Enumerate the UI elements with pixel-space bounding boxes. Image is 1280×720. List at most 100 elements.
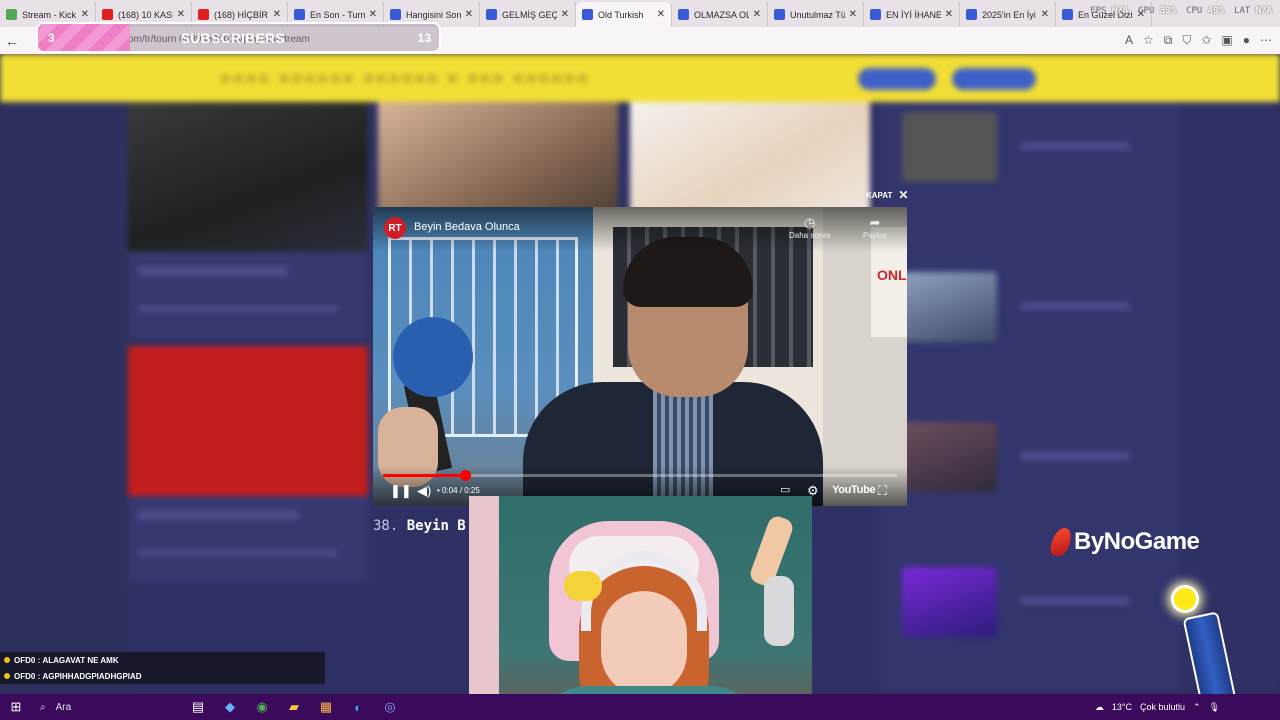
tab-label: Hangisini Sons [406,9,461,20]
perf-overlay: FPS N/A GPU 39% CPU 49% LAT N/A [1090,6,1272,16]
card-meta [138,306,338,312]
extensions-icon[interactable]: ⧉ [1164,33,1173,48]
browser-tab[interactable]: OLMAZSA OLM ✕ [672,2,768,27]
tab-label: En Son - Turnu [310,9,365,20]
video-title[interactable]: Beyin Bedava Olunca [414,221,520,233]
weather-icon[interactable]: ☁ [1095,702,1104,713]
mic-icon[interactable]: 🎙 [1209,702,1220,713]
lat-readout: LAT N/A [1234,6,1272,16]
header-pill-button[interactable] [952,68,1036,90]
share-icon: ➦ [869,215,881,230]
tab-label: Unutulmaz Tür [790,9,845,20]
subscriber-label: SUBSCRIBERS [180,29,285,46]
video-time: • 0:04 / 0:25 [437,486,480,495]
tab-close-icon[interactable]: ✕ [657,9,665,20]
bynogame-flame-icon [1048,528,1074,556]
security-icon[interactable]: ⛉ [1182,33,1191,48]
video-caption: 38. Beyin B [373,518,466,534]
volume-icon[interactable]: ◀) [417,483,431,499]
read-aloud-icon[interactable]: A [1125,33,1133,48]
video-player[interactable]: ONL RT Beyin Bedava Olunca ◷ Daha sonra … [373,207,907,506]
tab-close-icon[interactable]: ✕ [369,9,377,20]
streamer-webcam [469,496,812,720]
task-view-icon[interactable]: ▤ [182,699,214,715]
youtube-logo-button[interactable]: YouTube [832,484,876,496]
tab-close-icon[interactable]: ✕ [177,9,185,20]
browser-tab[interactable]: 2025'in En İyi R ✕ [960,2,1056,27]
file-explorer-icon[interactable]: ▰ [278,699,310,715]
tab-favicon-icon [966,9,977,20]
webcam-streamer-face [601,591,687,696]
related-thumbnail[interactable] [902,422,997,492]
browser-tab[interactable]: EN İYİ İHANET ✕ [864,2,960,27]
discord-icon[interactable]: ◎ [374,699,406,715]
weather-temp[interactable]: 13°C [1112,702,1132,712]
collections-icon[interactable]: ▣ [1221,33,1232,48]
chat-text: AGPIHHADGPIADHGPIAD [42,671,142,681]
chat-overlay: OFD0 : ALAGAVAT NE AMK OFD0 : AGPIHHADGP… [0,652,325,684]
tab-favicon-icon [1062,9,1073,20]
tab-close-icon[interactable]: ✕ [561,9,569,20]
card-image [128,102,368,252]
header-pill-button[interactable] [858,68,936,90]
left-panel [0,102,130,692]
tray-chevron-icon[interactable]: ⌃ [1193,702,1201,713]
browser-tab[interactable]: Unutulmaz Tür ✕ [768,2,864,27]
watch-later-label: Daha sonra [789,231,831,240]
captions-icon[interactable]: ▭ [780,483,790,496]
more-menu-icon[interactable]: ⋯ [1260,33,1272,48]
tournament-card[interactable] [128,102,368,338]
copilot-icon[interactable]: ◆ [214,699,246,715]
tab-close-icon[interactable]: ✕ [753,9,761,20]
tab-close-icon[interactable]: ✕ [849,9,857,20]
tab-close-icon[interactable]: ✕ [945,9,953,20]
poster-text: ONL [877,267,907,283]
card-title [138,266,288,276]
favorites-icon[interactable]: ✩ [1201,33,1211,48]
pause-icon[interactable]: ❚❚ [390,483,412,499]
close-popup-button[interactable]: KAPAT ✕ [866,188,908,202]
weather-text[interactable]: Çok bulutlu [1140,702,1185,712]
related-thumbnail[interactable] [902,567,997,637]
gpu-readout: GPU 39% [1138,6,1177,16]
channel-avatar[interactable]: RT [384,217,406,239]
video-index: 38. [373,518,399,534]
tournament-card[interactable] [128,346,368,582]
tab-close-icon[interactable]: ✕ [81,9,89,20]
favorite-star-icon[interactable]: ☆ [1143,33,1154,48]
system-tray: ☁ 13°C Çok bulutlu ⌃ 🎙 [1095,694,1280,720]
tab-label: OLMAZSA OLM [694,9,749,20]
related-title [1020,452,1130,460]
back-icon[interactable]: ← [0,33,24,49]
browser-tab[interactable]: GELMİŞ GEÇMİ ✕ [480,2,576,27]
close-popup-label: KAPAT [866,190,893,200]
taskbar-search-placeholder: Ara [55,701,72,713]
fullscreen-icon[interactable]: ⛶ [878,483,887,499]
bynogame-wordmark: ByNoGame [1074,528,1200,555]
edge-icon[interactable]: ◐ [342,700,374,715]
video-progress-bar[interactable] [383,470,897,481]
tab-favicon-icon [390,9,401,20]
related-thumbnail[interactable] [902,112,997,182]
store-icon[interactable]: ▦ [310,699,342,715]
tab-favicon-icon [102,9,113,20]
tab-close-icon[interactable]: ✕ [273,9,281,20]
related-thumbnail[interactable] [902,272,997,342]
browser-tab[interactable]: Old Turkish ✕ [576,2,672,27]
watch-later-button[interactable]: ◷ Daha sonra [789,215,830,240]
taskbar-search[interactable]: ⌕ Ara [32,696,182,718]
tab-close-icon[interactable]: ✕ [465,9,473,20]
profile-icon[interactable]: ● [1243,33,1250,48]
tab-favicon-icon [6,9,17,20]
tab-favicon-icon [198,9,209,20]
video-scrubber-knob[interactable] [460,470,472,481]
windows-taskbar: ⊞ ⌕ Ara ▤ ◆ ◉ ▰ ▦ ◐ ◎ ☁ 13°C Çok bulutlu… [0,694,1280,720]
tab-close-icon[interactable]: ✕ [1041,9,1049,20]
share-button[interactable]: ➦ Paylaş [863,215,887,240]
subscriber-count: 3 [48,30,55,45]
webcam-plushie [564,571,602,601]
card-title [138,510,298,520]
fps-readout: FPS N/A [1090,6,1129,16]
windows-start-icon[interactable]: ⊞ [0,699,32,715]
chrome-icon[interactable]: ◉ [246,699,278,715]
